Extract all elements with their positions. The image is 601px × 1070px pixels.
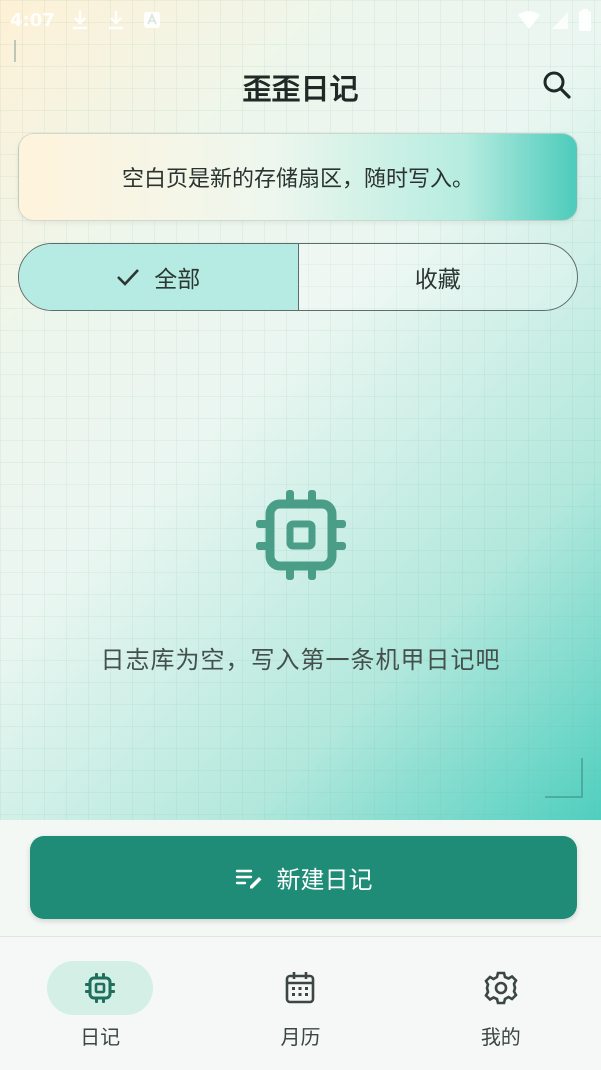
check-icon <box>117 269 140 286</box>
nav-label-diary: 日记 <box>80 1025 121 1049</box>
download-icon <box>72 11 87 30</box>
empty-state-message: 日志库为空，写入第一条机甲日记吧 <box>100 646 501 674</box>
download-icon <box>108 11 123 30</box>
chip-icon <box>256 490 346 580</box>
app-background: 4:07 歪歪日记 空白页是新的存储扇区，随时写入。 全部 收藏 日志库为空，写… <box>0 0 601 820</box>
nav-item-calendar[interactable]: 月历 <box>200 937 400 1070</box>
gear-icon <box>484 971 518 1005</box>
signal-icon <box>552 12 568 29</box>
battery-icon <box>579 9 591 31</box>
status-time: 4:07 <box>10 9 55 31</box>
new-entry-label: 新建日记 <box>276 866 373 894</box>
status-bar: 4:07 <box>0 0 601 40</box>
chip-icon <box>85 973 116 1003</box>
new-entry-button[interactable]: 新建日记 <box>30 836 577 919</box>
page-title: 歪歪日记 <box>242 72 359 106</box>
nav-item-diary[interactable]: 日记 <box>0 937 200 1070</box>
search-icon <box>543 71 571 99</box>
notification-icons <box>71 10 161 30</box>
wifi-icon <box>518 11 540 29</box>
nav-icon-wrap <box>247 961 353 1015</box>
calendar-icon <box>286 972 315 1004</box>
system-icons <box>517 9 591 31</box>
filter-favorites-tab[interactable]: 收藏 <box>297 244 578 310</box>
corner-decoration <box>14 40 16 62</box>
motto-banner: 空白页是新的存储扇区，随时写入。 <box>18 133 578 221</box>
nav-active-indicator <box>47 961 154 1015</box>
grid-pattern <box>0 0 601 820</box>
banner-text: 空白页是新的存储扇区，随时写入。 <box>121 167 474 192</box>
search-button[interactable] <box>538 66 576 104</box>
filter-segmented-control: 全部 收藏 <box>18 243 578 311</box>
corner-decoration <box>545 758 583 798</box>
app-notification-icon <box>143 12 160 28</box>
edit-note-icon <box>235 869 261 888</box>
nav-icon-wrap <box>448 961 554 1015</box>
nav-label-calendar: 月历 <box>280 1025 321 1049</box>
filter-favorites-label: 收藏 <box>414 267 461 293</box>
nav-label-profile: 我的 <box>480 1025 521 1049</box>
filter-all-tab[interactable]: 全部 <box>19 244 298 310</box>
filter-all-label: 全部 <box>154 267 201 293</box>
bottom-navigation: 日记 月历 我的 <box>0 937 601 1070</box>
nav-item-profile[interactable]: 我的 <box>401 937 601 1070</box>
